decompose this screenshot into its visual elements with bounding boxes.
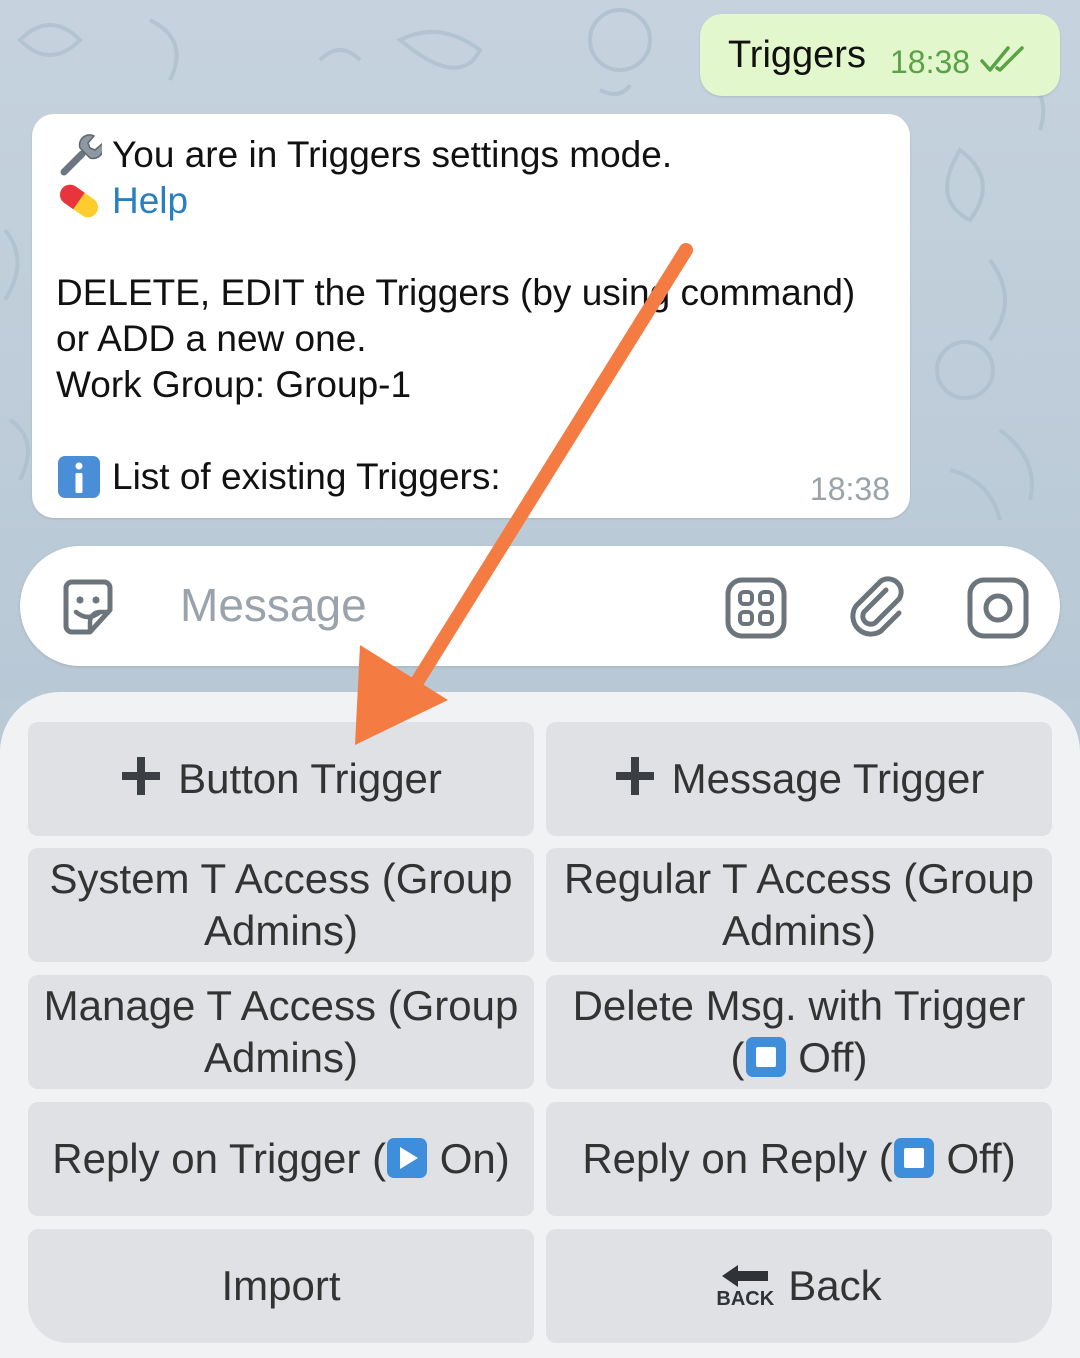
plus-icon — [122, 757, 161, 795]
import-button[interactable]: Import — [28, 1229, 534, 1343]
message-input-bar: Message — [20, 546, 1060, 666]
outgoing-message-text: Triggers — [728, 33, 866, 76]
message-instructions-text-2: or ADD a new one. — [56, 318, 367, 359]
message-line: List of existing Triggers: — [56, 454, 884, 500]
plus-icon — [615, 757, 654, 795]
work-group-text: Work Group: Group-1 — [56, 364, 412, 405]
message-line: or ADD a new one. — [56, 316, 884, 362]
outgoing-message-bubble[interactable]: Triggers 18:38 — [700, 14, 1060, 96]
message-input[interactable]: Message — [180, 578, 367, 632]
system-access-button[interactable]: System T Access (Group Admins) — [28, 848, 534, 962]
reply-on-reply-button[interactable]: Reply on Reply ( Off) — [546, 1102, 1052, 1216]
message-mode-text: You are in Triggers settings mode. — [112, 134, 673, 175]
button-label: Manage T Access (Group Admins) — [43, 982, 519, 1081]
button-label: Button Trigger — [178, 755, 442, 802]
button-label: Message Trigger — [671, 755, 985, 802]
message-instructions-text: DELETE, EDIT the Triggers (by using comm… — [56, 272, 856, 313]
button-label: Delete Msg. with Trigger — [572, 982, 1026, 1029]
message-line: Help — [56, 178, 884, 224]
regular-access-button[interactable]: Regular T Access (Group Admins) — [546, 848, 1052, 962]
message-line: You are in Triggers settings mode. — [56, 132, 884, 178]
pill-icon — [56, 178, 102, 224]
stop-button-icon — [745, 1037, 786, 1077]
outgoing-message-time: 18:38 — [889, 43, 971, 80]
double-check-icon — [980, 45, 1026, 80]
button-label: Regular T Access (Group Admins) — [564, 855, 1034, 954]
add-button-trigger-button[interactable]: Button Trigger — [28, 722, 534, 836]
info-icon — [56, 454, 102, 500]
button-label: Back — [788, 1262, 882, 1309]
paperclip-icon[interactable] — [846, 576, 910, 640]
back-button[interactable]: BACK Back — [546, 1229, 1052, 1343]
reply-keyboard: Button Trigger Message Trigger System T … — [0, 692, 1080, 1358]
back-arrow-icon: BACK — [716, 1263, 774, 1309]
stop-button-icon — [893, 1138, 934, 1178]
help-link[interactable]: Help — [112, 178, 188, 224]
wrench-icon — [56, 132, 104, 178]
incoming-message-time: 18:38 — [809, 471, 890, 507]
message-line: Work Group: Group-1 — [56, 362, 884, 408]
add-message-trigger-button[interactable]: Message Trigger — [546, 722, 1052, 836]
camera-icon[interactable] — [966, 576, 1030, 640]
manage-access-button[interactable]: Manage T Access (Group Admins) — [28, 975, 534, 1089]
incoming-message-bubble[interactable]: You are in Triggers settings mode. Help … — [32, 114, 910, 518]
message-line: DELETE, EDIT the Triggers (by using comm… — [56, 270, 884, 316]
button-label: System T Access (Group Admins) — [49, 855, 513, 954]
reply-on-trigger-button[interactable]: Reply on Trigger ( On) — [28, 1102, 534, 1216]
delete-msg-with-trigger-button[interactable]: Delete Msg. with Trigger ( Off) — [546, 975, 1052, 1089]
triggers-list-text: List of existing Triggers: — [112, 456, 501, 497]
button-label: Import — [221, 1262, 341, 1309]
apps-icon[interactable] — [724, 576, 788, 640]
play-button-icon — [387, 1138, 428, 1178]
sticker-icon[interactable] — [56, 576, 120, 640]
